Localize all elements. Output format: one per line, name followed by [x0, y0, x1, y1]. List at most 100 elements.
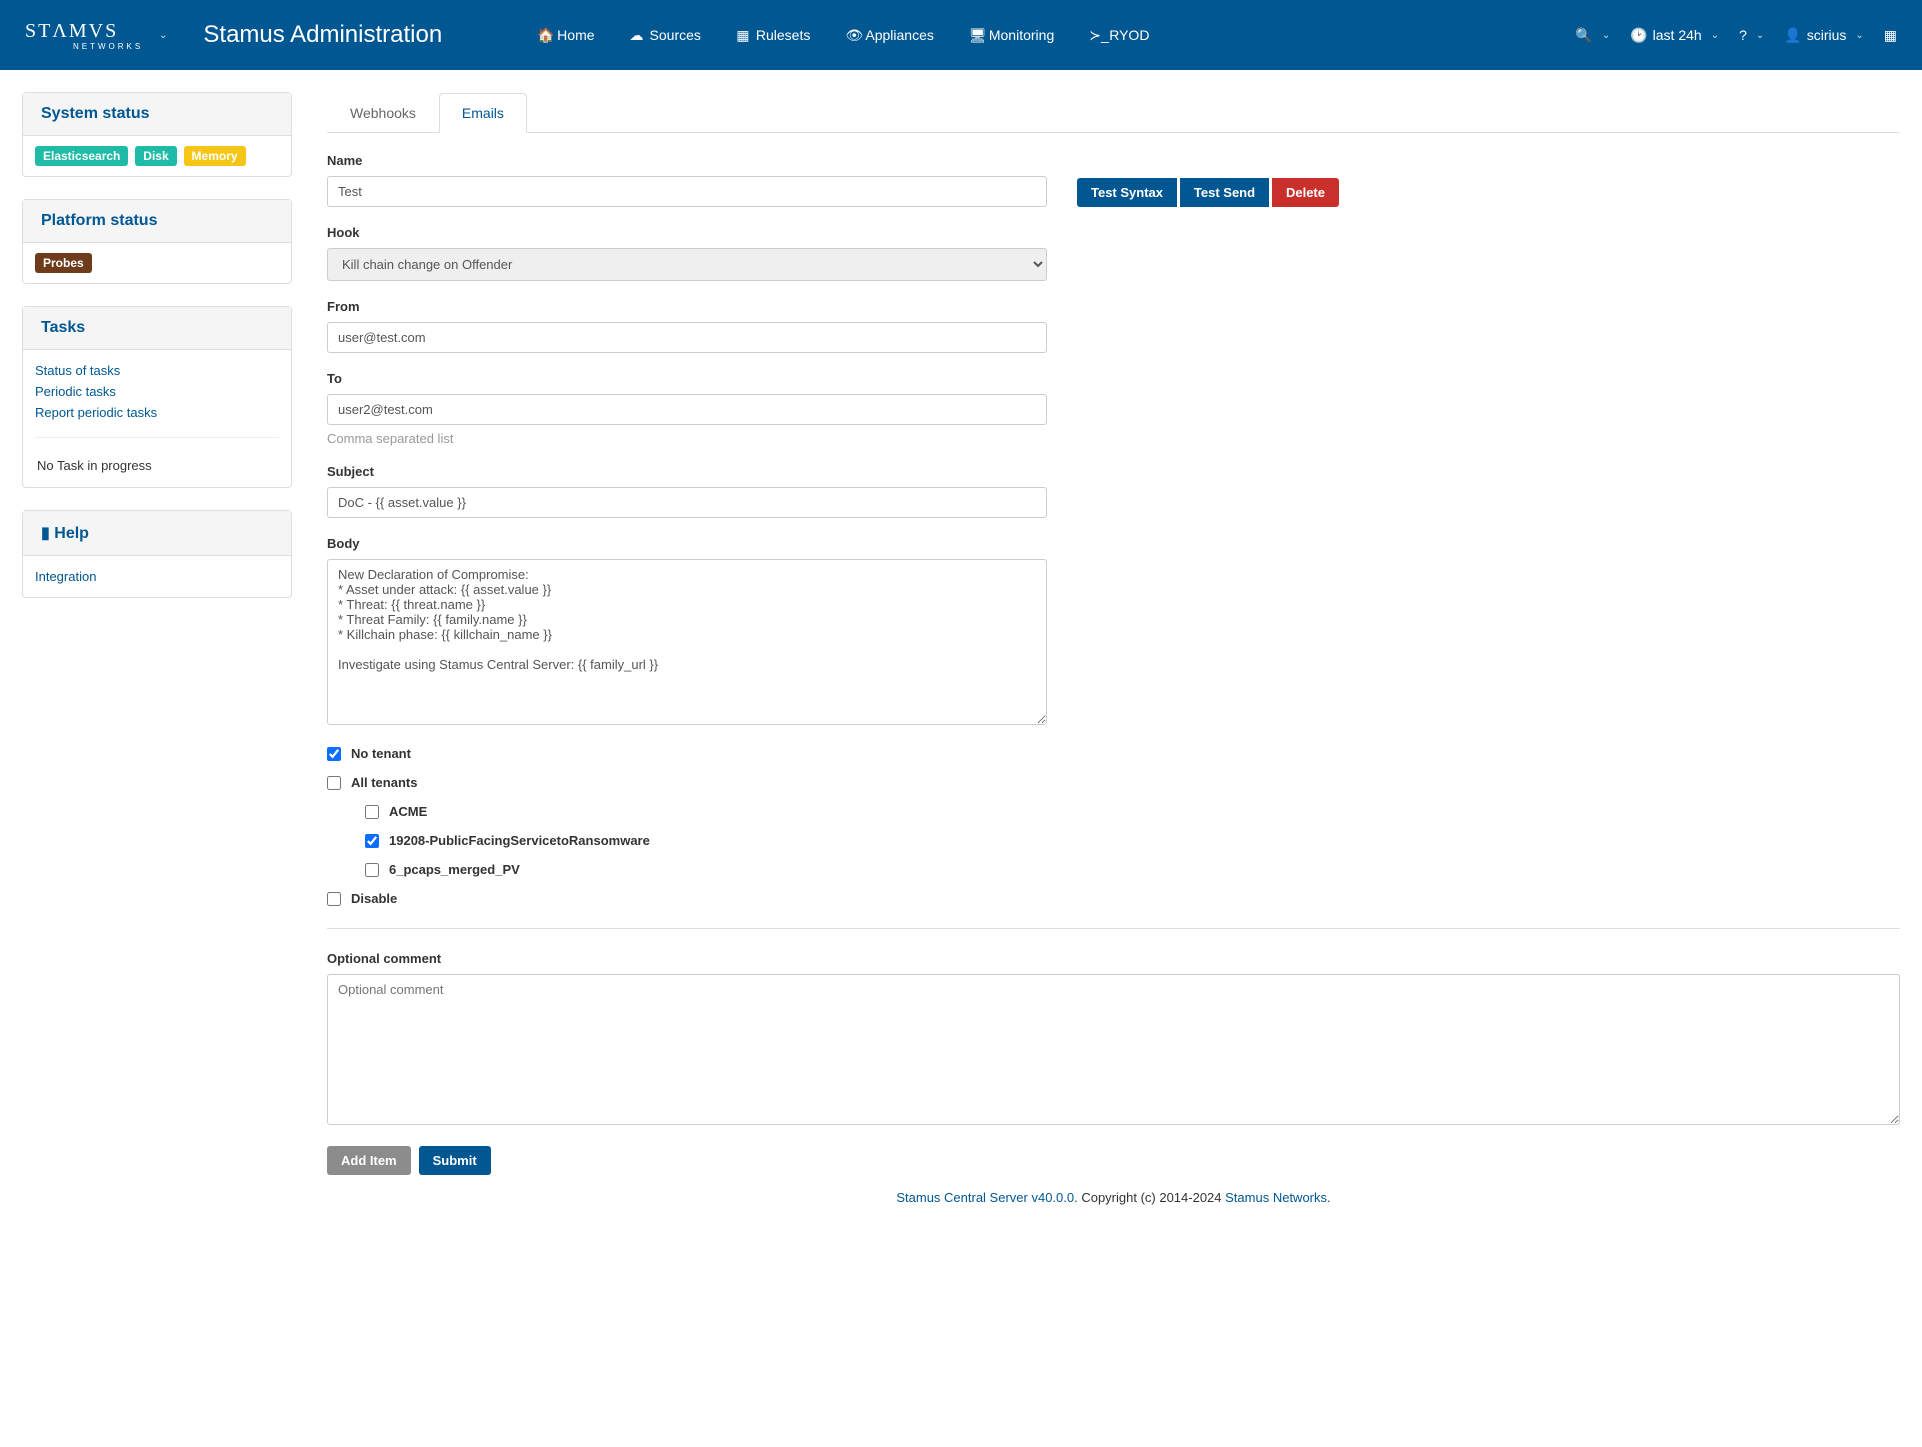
link-report-periodic-tasks[interactable]: Report periodic tasks	[35, 402, 279, 423]
textarea-optional-comment[interactable]	[327, 974, 1900, 1125]
chevron-down-icon: ⌄	[1756, 30, 1764, 41]
nav-rulesets-label: Rulesets	[756, 27, 810, 43]
nav-ryod[interactable]: ≻_ RYOD	[1074, 19, 1164, 52]
nav-ryod-label: RYOD	[1109, 27, 1149, 43]
book-icon: ▮	[41, 525, 50, 542]
nav-appliances-label: Appliances	[865, 27, 934, 43]
nav-right: 🔍⌄ 🕑last 24h⌄ ?⌄ 👤scirius⌄ ▦	[1575, 27, 1897, 44]
delete-button[interactable]: Delete	[1272, 178, 1339, 207]
clock-icon: 🕑	[1630, 27, 1647, 44]
tab-emails[interactable]: Emails	[439, 93, 527, 133]
add-item-button[interactable]: Add Item	[327, 1146, 411, 1175]
label-hook: Hook	[327, 225, 1047, 240]
search-icon: 🔍	[1575, 27, 1592, 44]
separator	[327, 928, 1900, 929]
panel-help: ▮ Help Integration	[22, 510, 292, 598]
svg-text:STΛMVS: STΛMVS	[25, 20, 118, 42]
input-to[interactable]	[327, 394, 1047, 425]
checkbox-tenant-6pcaps[interactable]	[365, 863, 379, 877]
svg-text:NETWORKS: NETWORKS	[73, 42, 143, 51]
panel-help-title: ▮ Help	[23, 511, 291, 556]
input-name[interactable]	[327, 176, 1047, 207]
user-icon: 👤	[1784, 27, 1801, 44]
label-to: To	[327, 371, 1047, 386]
grid-icon: ▦	[736, 27, 750, 44]
tab-webhooks[interactable]: Webhooks	[327, 93, 439, 133]
panel-help-title-text: Help	[54, 525, 89, 542]
badge-probes[interactable]: Probes	[35, 253, 92, 273]
home-icon: 🏠	[537, 27, 551, 44]
checkbox-tenant-19208[interactable]	[365, 834, 379, 848]
label-all-tenants: All tenants	[351, 775, 417, 790]
apps-menu[interactable]: ▦	[1884, 27, 1897, 44]
action-button-group: Test Syntax Test Send Delete	[1077, 178, 1339, 207]
tenant-list: ACME 19208-PublicFacingServicetoRansomwa…	[365, 804, 1047, 877]
footer-period: .	[1327, 1190, 1331, 1205]
label-optional-comment: Optional comment	[327, 951, 1900, 966]
label-subject: Subject	[327, 464, 1047, 479]
checkbox-all-tenants[interactable]	[327, 776, 341, 790]
main-content: Webhooks Emails Name Test Syntax Test Se…	[327, 92, 1900, 1230]
label-body: Body	[327, 536, 1047, 551]
user-menu[interactable]: 👤 scirius ⌄	[1784, 27, 1864, 44]
user-label: scirius	[1807, 27, 1847, 43]
input-from[interactable]	[327, 322, 1047, 353]
label-name: Name	[327, 153, 1047, 168]
time-range-label: last 24h	[1653, 27, 1702, 43]
time-range-selector[interactable]: 🕑 last 24h ⌄	[1630, 27, 1719, 44]
eye-icon: 👁	[845, 27, 859, 44]
chevron-down-icon: ⌄	[1602, 30, 1610, 41]
footer-company-link[interactable]: Stamus Networks	[1225, 1190, 1327, 1205]
sidebar: System status Elasticsearch Disk Memory …	[22, 92, 292, 620]
nav-home-label: Home	[557, 27, 594, 43]
nav-sources-label: Sources	[650, 27, 701, 43]
badge-elasticsearch[interactable]: Elasticsearch	[35, 146, 128, 166]
chevron-down-icon: ⌄	[1711, 30, 1719, 41]
input-subject[interactable]	[327, 487, 1047, 518]
nav-center: 🏠 Home ☁ Sources ▦ Rulesets 👁 Appliances 🖥Mo…	[522, 19, 1164, 52]
link-periodic-tasks[interactable]: Periodic tasks	[35, 381, 279, 402]
textarea-body[interactable]	[327, 559, 1047, 725]
nav-appliances[interactable]: 👁 Appliances	[830, 19, 949, 52]
help-menu[interactable]: ?⌄	[1739, 27, 1764, 43]
nav-rulesets[interactable]: ▦ Rulesets	[721, 19, 825, 52]
footer-product-link[interactable]: Stamus Central Server v40.0.0	[896, 1190, 1074, 1205]
help-to: Comma separated list	[327, 431, 1047, 446]
link-status-of-tasks[interactable]: Status of tasks	[35, 360, 279, 381]
panel-tasks: Tasks Status of tasks Periodic tasks Rep…	[22, 306, 292, 488]
cloud-down-icon: ☁	[630, 27, 644, 44]
checkbox-no-tenant[interactable]	[327, 747, 341, 761]
stamus-logo-icon: STΛMVS NETWORKS	[25, 15, 155, 55]
checkbox-tenant-acme[interactable]	[365, 805, 379, 819]
chevron-down-icon: ⌄	[159, 30, 168, 41]
panel-platform-status: Platform status Probes	[22, 199, 292, 284]
top-navbar: STΛMVS NETWORKS ⌄ Stamus Administration …	[0, 0, 1922, 70]
submit-button[interactable]: Submit	[419, 1146, 491, 1175]
help-icon: ?	[1739, 27, 1747, 43]
panel-system-status-title: System status	[23, 93, 291, 136]
app-title: Stamus Administration	[203, 21, 442, 49]
nav-sources[interactable]: ☁ Sources	[615, 19, 716, 52]
tabs: Webhooks Emails	[327, 92, 1900, 133]
label-disable: Disable	[351, 891, 397, 906]
checkbox-disable[interactable]	[327, 892, 341, 906]
badge-disk[interactable]: Disk	[135, 146, 176, 166]
panel-system-status: System status Elasticsearch Disk Memory	[22, 92, 292, 177]
label-tenant-19208: 19208-PublicFacingServicetoRansomware	[389, 833, 650, 848]
nav-monitoring-label: Monitoring	[989, 27, 1054, 43]
brand-logo[interactable]: STΛMVS NETWORKS ⌄	[25, 15, 168, 55]
select-hook[interactable]: Kill chain change on Offender	[327, 248, 1047, 281]
badge-memory[interactable]: Memory	[184, 146, 246, 166]
terminal-icon: ≻_	[1089, 27, 1103, 44]
label-from: From	[327, 299, 1047, 314]
chevron-down-icon: ⌄	[1855, 30, 1863, 41]
footer: Stamus Central Server v40.0.0. Copyright…	[327, 1175, 1900, 1230]
test-send-button[interactable]: Test Send	[1180, 178, 1269, 207]
test-syntax-button[interactable]: Test Syntax	[1077, 178, 1177, 207]
label-no-tenant: No tenant	[351, 746, 411, 761]
nav-monitoring[interactable]: 🖥Monitoring	[954, 19, 1069, 52]
footer-copyright: . Copyright (c) 2014-2024	[1074, 1190, 1225, 1205]
nav-home[interactable]: 🏠 Home	[522, 19, 609, 52]
link-integration[interactable]: Integration	[35, 566, 279, 587]
search-button[interactable]: 🔍⌄	[1575, 27, 1610, 44]
